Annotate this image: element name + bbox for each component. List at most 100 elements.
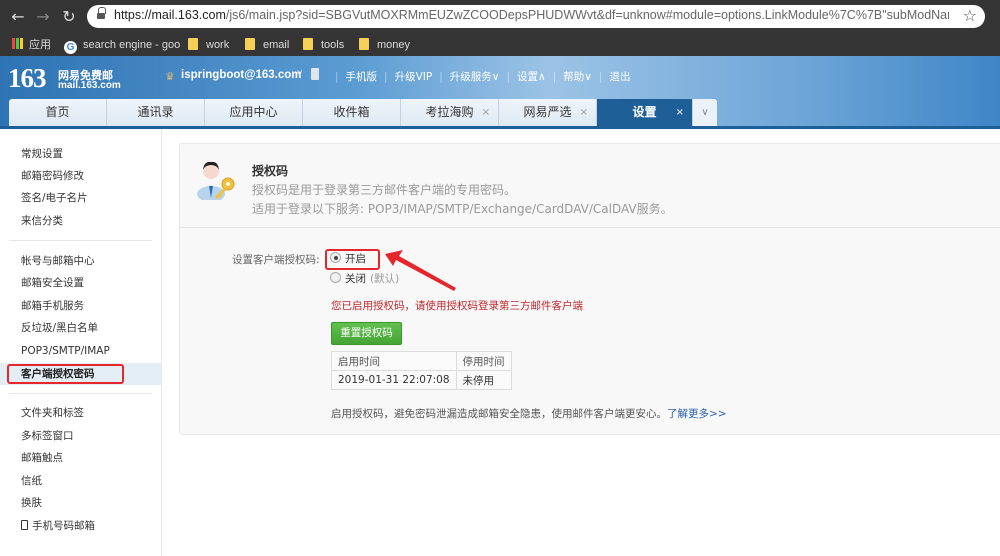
- column-header: 启用时间: [331, 351, 457, 371]
- upgrade-service-link[interactable]: 升级服务∨: [450, 71, 500, 83]
- sidebar-item-multi-tab[interactable]: 多标签窗口: [21, 426, 74, 446]
- bookmark-tools[interactable]: tools: [303, 37, 344, 53]
- mobile-version-link[interactable]: 手机版: [346, 71, 378, 83]
- address-bar[interactable]: https://mail.163.com/js6/main.jsp?sid=SB…: [87, 5, 985, 28]
- settings-link[interactable]: 设置∧: [517, 71, 546, 83]
- close-icon[interactable]: ×: [580, 99, 588, 126]
- google-icon: G: [64, 41, 77, 54]
- tab-label: 设置: [632, 105, 657, 119]
- close-icon[interactable]: ×: [676, 99, 684, 126]
- logo-number[interactable]: 163: [8, 63, 46, 94]
- logo-domain: mail.163.com: [58, 80, 121, 91]
- close-icon[interactable]: ×: [482, 99, 490, 126]
- settings-sidebar: 常规设置 邮箱密码修改 签名/电子名片 来信分类 帐号与邮箱中心 邮箱安全设置 …: [0, 129, 162, 556]
- divider: |: [384, 71, 388, 83]
- bookmark-star-icon[interactable]: ☆: [963, 6, 977, 25]
- sidebar-item-folders-labels[interactable]: 文件夹和标签: [21, 403, 84, 423]
- sidebar-item-stationery[interactable]: 信纸: [21, 471, 42, 491]
- divider: |: [598, 71, 603, 83]
- reload-icon[interactable]: ↻: [59, 7, 79, 27]
- auth-history-table: 启用时间 停用时间 2019-01-31 22:07:08 未停用: [331, 351, 512, 390]
- folder-icon: [359, 38, 369, 50]
- footer-text: 启用授权码，避免密码泄漏造成邮箱安全隐患，使用邮件客户端更安心。: [331, 408, 667, 420]
- bookmark-search-engine[interactable]: Gsearch engine - goo: [64, 37, 181, 54]
- user-email[interactable]: ispringboot@163.com: [181, 69, 301, 81]
- sidebar-item-label: 手机号码邮箱: [32, 520, 95, 532]
- url-text[interactable]: https://mail.163.com/js6/main.jsp?sid=SB…: [114, 8, 949, 22]
- forward-icon[interactable]: →: [33, 7, 53, 27]
- sidebar-item-phone-mailbox[interactable]: 手机号码邮箱: [21, 516, 95, 536]
- enabled-time-cell: 2019-01-31 22:07:08: [331, 370, 457, 390]
- annotation-highlight-box: [7, 364, 124, 384]
- tab-app-center[interactable]: 应用中心: [205, 99, 303, 126]
- phone-icon[interactable]: [311, 68, 319, 80]
- reset-auth-code-button[interactable]: 重置授权码: [331, 322, 402, 345]
- radio-label: 关闭: [345, 273, 366, 285]
- annotation-highlight-box: [325, 249, 380, 270]
- radio-unchecked-icon[interactable]: [330, 272, 341, 283]
- bookmark-label: 应用: [29, 39, 51, 51]
- bookmark-label: search engine - goo: [83, 39, 181, 51]
- tab-label: 通讯录: [137, 105, 174, 119]
- bookmark-apps[interactable]: 应用: [12, 37, 51, 53]
- learn-more-link[interactable]: 了解更多>>: [667, 408, 727, 420]
- card-title: 授权码: [252, 164, 289, 178]
- apps-grid-icon: [12, 38, 23, 49]
- sidebar-item-mail-filter[interactable]: 来信分类: [21, 211, 63, 231]
- logout-link[interactable]: 退出: [609, 71, 630, 83]
- card-header: 授权码 授权码是用于登录第三方邮件客户端的专用密码。 适用于登录以下服务: PO…: [180, 144, 1000, 228]
- tab-label: 应用中心: [229, 105, 278, 119]
- bookmark-label: work: [206, 39, 230, 51]
- table-header-row: 启用时间 停用时间: [331, 351, 512, 371]
- sidebar-item-touchpoints[interactable]: 邮箱触点: [21, 448, 63, 468]
- back-icon[interactable]: ←: [8, 7, 28, 27]
- user-key-icon: [197, 161, 235, 200]
- bookmark-money[interactable]: money: [359, 37, 410, 53]
- lock-icon: [97, 7, 106, 20]
- url-host: https://mail.163.com: [114, 8, 226, 22]
- tab-label: 首页: [45, 105, 70, 119]
- main-content: 授权码 授权码是用于登录第三方邮件客户端的专用密码。 适用于登录以下服务: PO…: [163, 129, 1000, 556]
- bookmark-email[interactable]: email: [245, 37, 289, 53]
- auth-code-card: 授权码 授权码是用于登录第三方邮件客户端的专用密码。 适用于登录以下服务: PO…: [179, 143, 1000, 435]
- bookmark-work[interactable]: work: [188, 37, 229, 53]
- sidebar-item-password[interactable]: 邮箱密码修改: [21, 166, 84, 186]
- sidebar-item-security[interactable]: 邮箱安全设置: [21, 273, 84, 293]
- tab-yanxuan[interactable]: 网易严选 ×: [499, 99, 597, 126]
- phone-icon: [21, 520, 28, 530]
- divider: |: [552, 71, 557, 83]
- annotation-arrow-icon: [385, 250, 456, 291]
- bookmarks-bar: 应用 Gsearch engine - goo work email tools…: [0, 33, 1000, 56]
- sidebar-item-account-center[interactable]: 帐号与邮箱中心: [21, 251, 95, 271]
- sidebar-item-pop3-smtp-imap[interactable]: POP3/SMTP/IMAP: [21, 341, 110, 361]
- divider: |: [439, 71, 443, 83]
- chevron-down-icon[interactable]: ∨: [296, 68, 303, 79]
- sidebar-item-signature[interactable]: 签名/电子名片: [21, 188, 88, 208]
- card-services: 适用于登录以下服务: POP3/IMAP/SMTP/Exchange/CardD…: [252, 202, 673, 216]
- folder-icon: [188, 38, 198, 50]
- tab-contacts[interactable]: 通讯录: [107, 99, 205, 126]
- tab-home[interactable]: 首页: [9, 99, 107, 126]
- table-row: 2019-01-31 22:07:08 未停用: [331, 370, 512, 390]
- tab-settings[interactable]: 设置 ×: [597, 99, 693, 126]
- disabled-time-cell: 未停用: [455, 370, 512, 390]
- sidebar-item-mobile-service[interactable]: 邮箱手机服务: [21, 296, 84, 316]
- card-description: 授权码是用于登录第三方邮件客户端的专用密码。: [252, 183, 517, 197]
- help-link[interactable]: 帮助∨: [563, 71, 592, 83]
- divider: |: [335, 71, 339, 83]
- tab-more-chevron-icon[interactable]: ∨: [693, 99, 717, 126]
- tab-label: 网易严选: [523, 105, 572, 119]
- divider: [9, 393, 152, 394]
- tab-label: 收件箱: [333, 105, 370, 119]
- header-links: | 手机版 | 升级VIP | 升级服务∨ | 设置∧ | 帮助∨ | 退出: [328, 69, 630, 84]
- sidebar-item-antispam[interactable]: 反垃圾/黑白名单: [21, 318, 98, 338]
- tab-inbox[interactable]: 收件箱: [303, 99, 401, 126]
- bookmark-label: money: [377, 39, 411, 51]
- tab-kaola[interactable]: 考拉海购 ×: [401, 99, 499, 126]
- sidebar-item-general[interactable]: 常规设置: [21, 144, 63, 164]
- folder-icon: [303, 38, 313, 50]
- sidebar-item-skins[interactable]: 换肤: [21, 493, 42, 513]
- column-header: 停用时间: [455, 351, 512, 371]
- upgrade-vip-link[interactable]: 升级VIP: [395, 71, 433, 83]
- url-path: /js6/main.jsp?sid=SBGVutMOXRMmEUZwZCOODe…: [225, 8, 949, 22]
